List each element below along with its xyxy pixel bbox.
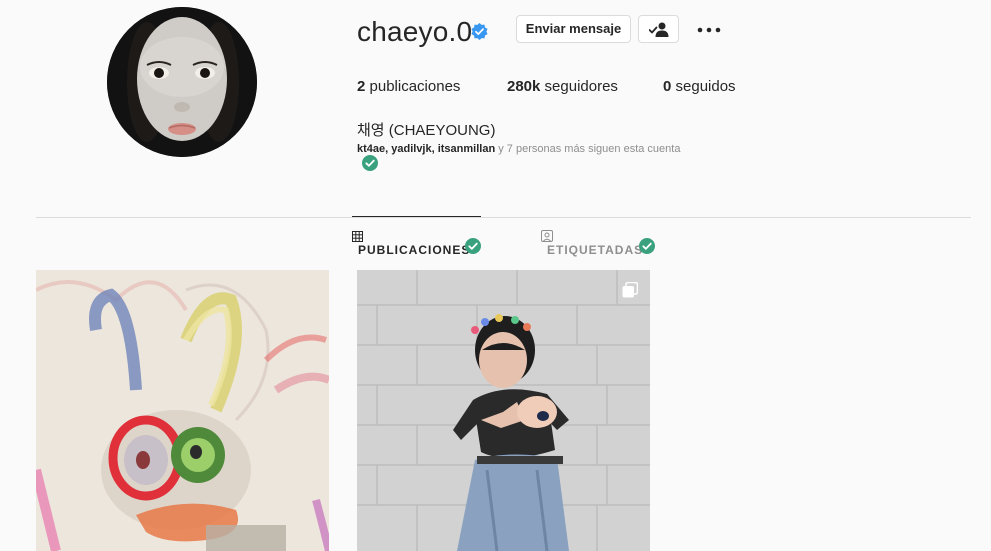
following-button[interactable] bbox=[638, 15, 679, 43]
more-options-icon[interactable] bbox=[696, 20, 722, 40]
avatar-photo bbox=[107, 7, 257, 157]
active-tab-indicator bbox=[352, 216, 481, 217]
tagged-person-icon bbox=[541, 229, 553, 242]
user-check-icon bbox=[649, 22, 669, 37]
username: chaeyo.0 bbox=[357, 16, 473, 47]
posts-label: publicaciones bbox=[365, 78, 461, 95]
followers-label: seguidores bbox=[540, 78, 618, 95]
followers-value: 280k bbox=[507, 78, 541, 95]
profile-avatar[interactable] bbox=[107, 7, 257, 157]
grid-icon bbox=[352, 229, 364, 242]
verified-badge-icon bbox=[470, 22, 489, 41]
followers-count[interactable]: 280k seguidores bbox=[507, 78, 618, 96]
post-image bbox=[357, 270, 650, 551]
followed-by-names: kt4ae, yadilvjk, itsanmillan bbox=[357, 143, 496, 155]
check-circle-icon bbox=[465, 238, 481, 254]
check-circle-icon bbox=[362, 155, 378, 171]
post-thumbnail-painting[interactable] bbox=[36, 270, 329, 551]
full-name: 채영 (CHAEYOUNG) bbox=[357, 122, 496, 139]
tab-etiquetadas[interactable]: ETIQUETADAS bbox=[547, 243, 643, 257]
tab-publicaciones[interactable]: PUBLICACIONES bbox=[358, 243, 470, 257]
check-circle-icon bbox=[639, 238, 655, 254]
followed-by-text[interactable]: kt4ae, yadilvjk, itsanmillan y 7 persona… bbox=[357, 143, 680, 156]
post-thumbnail-photo[interactable] bbox=[357, 270, 650, 551]
post-image bbox=[36, 270, 329, 551]
tabs-divider bbox=[36, 217, 971, 218]
carousel-icon bbox=[622, 282, 638, 298]
following-label: seguidos bbox=[671, 78, 736, 95]
followed-by-rest: y 7 personas más siguen esta cuenta bbox=[495, 143, 681, 155]
send-message-button[interactable]: Enviar mensaje bbox=[516, 15, 631, 43]
posts-count: 2 publicaciones bbox=[357, 78, 460, 96]
following-count[interactable]: 0 seguidos bbox=[663, 78, 736, 96]
